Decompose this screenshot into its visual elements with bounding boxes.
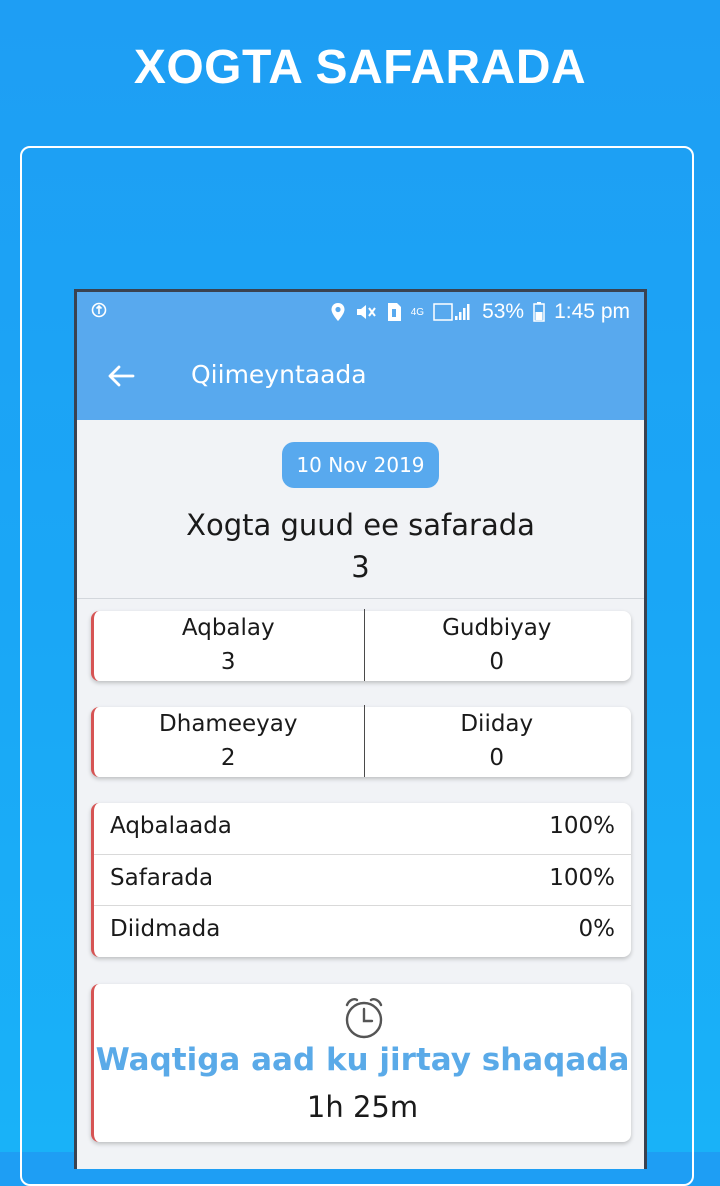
- trip-summary: 10 Nov 2019 Xogta guud ee safarada 3: [77, 420, 644, 598]
- stat-accepted: Aqbalay 3: [94, 611, 363, 681]
- stat-label: Gudbiyay: [442, 615, 552, 641]
- rate-value: 100%: [549, 865, 615, 891]
- stat-value: 3: [220, 649, 236, 675]
- rate-row: Diidmada 0%: [94, 905, 631, 956]
- stat-value: 0: [489, 649, 505, 675]
- stats-card-accepted-forwarded: Aqbalay 3 Gudbiyay 0: [91, 609, 632, 681]
- stat-value: 2: [220, 745, 236, 771]
- page-title: Qiimeyntaada: [191, 360, 367, 389]
- arrow-left-icon: [108, 365, 135, 387]
- location-icon: [330, 302, 346, 322]
- stat-label: Diiday: [460, 711, 534, 737]
- rate-label: Aqbalaada: [110, 813, 232, 839]
- status-bar: 4G 53% 1:45 pm: [77, 292, 644, 336]
- toolbar: Qiimeyntaada: [77, 336, 644, 420]
- stat-forwarded: Gudbiyay 0: [363, 611, 632, 681]
- mute-icon: [355, 302, 377, 322]
- status-time: 1:45 pm: [554, 300, 630, 323]
- back-button[interactable]: [101, 356, 141, 396]
- stats-card-completed-declined: Dhameeyay 2 Diiday 0: [91, 705, 632, 777]
- rate-row: Safarada 100%: [94, 854, 631, 905]
- work-time-card: Waqtiga aad ku jirtay shaqada 1h 25m: [91, 984, 631, 1142]
- rates-card: Aqbalaada 100% Safarada 100% Diidmada 0%: [91, 803, 631, 957]
- battery-icon: [533, 302, 545, 322]
- divider: [77, 598, 644, 599]
- status-icons: 4G 53% 1:45 pm: [330, 300, 630, 324]
- app-bar: 4G 53% 1:45 pm Qiimeyntaada: [77, 292, 644, 420]
- summary-title: Xogta guud ee safarada: [186, 508, 535, 542]
- network-type-label: 4G: [410, 306, 425, 318]
- rate-label: Safarada: [110, 865, 214, 891]
- sim-icon: [386, 302, 402, 322]
- rate-row: Aqbalaada 100%: [94, 803, 631, 854]
- date-selector[interactable]: 10 Nov 2019: [282, 442, 439, 488]
- work-time-label: Waqtiga aad ku jirtay shaqada: [95, 1042, 630, 1078]
- battery-percent: 53%: [482, 300, 525, 323]
- phone-screen: 4G 53% 1:45 pm Qiimeyntaada 10 Nov 2019 …: [74, 289, 647, 1169]
- stat-label: Dhameeyay: [159, 711, 298, 737]
- rate-value: 0%: [578, 916, 616, 942]
- signal-icon: [433, 302, 473, 322]
- rate-value: 100%: [549, 813, 615, 839]
- summary-count: 3: [351, 550, 370, 584]
- rate-label: Diidmada: [110, 916, 221, 942]
- stat-declined: Diiday 0: [363, 707, 632, 777]
- promo-title: XOGTA SAFARADA: [133, 41, 587, 94]
- stat-value: 0: [489, 745, 505, 771]
- stat-completed: Dhameeyay 2: [94, 707, 363, 777]
- stat-label: Aqbalay: [181, 615, 275, 641]
- work-time-value: 1h 25m: [306, 1090, 419, 1124]
- alarm-clock-icon: [345, 998, 383, 1039]
- sync-icon: [91, 302, 107, 323]
